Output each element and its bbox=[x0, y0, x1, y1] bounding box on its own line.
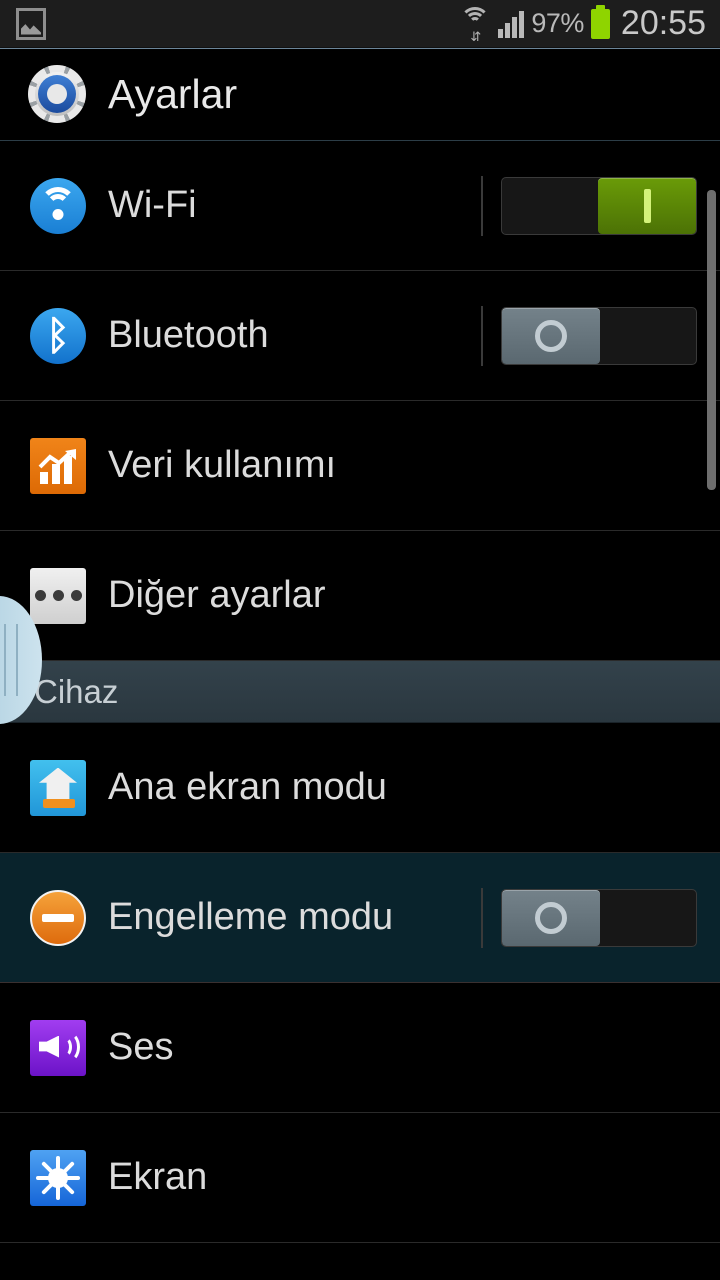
blocking-mode-icon bbox=[30, 889, 86, 946]
settings-list: Wi-Fi ᛒ Bluetooth Veri kullanımı Diğer a… bbox=[0, 141, 720, 1280]
blocking-mode-toggle[interactable] bbox=[501, 888, 697, 947]
list-item-label: Bluetooth bbox=[108, 314, 269, 356]
toggle-on-mark bbox=[643, 188, 651, 223]
list-item-data-usage[interactable]: Veri kullanımı bbox=[0, 401, 720, 531]
home-screen-mode-icon bbox=[30, 759, 86, 816]
list-item-label: Wi-Fi bbox=[108, 184, 197, 226]
data-usage-chart-icon bbox=[30, 437, 86, 494]
list-item-bluetooth[interactable]: ᛒ Bluetooth bbox=[0, 271, 720, 401]
list-item-label: Ses bbox=[108, 1026, 174, 1068]
wifi-data-transfer-icon: ⇵ bbox=[459, 6, 491, 43]
display-brightness-icon bbox=[30, 1149, 86, 1206]
image-screenshot-icon bbox=[16, 7, 46, 40]
battery-full-icon bbox=[590, 4, 610, 39]
list-item-label: Engelleme modu bbox=[108, 896, 394, 938]
list-item-more-settings[interactable]: Diğer ayarlar bbox=[0, 531, 720, 661]
wifi-toggle-group[interactable] bbox=[481, 175, 697, 236]
list-item-label: Diğer ayarlar bbox=[108, 574, 326, 616]
wifi-icon bbox=[30, 177, 86, 234]
toggle-off-mark bbox=[535, 319, 567, 352]
settings-gear-icon bbox=[28, 65, 86, 123]
list-item-wifi[interactable]: Wi-Fi bbox=[0, 141, 720, 271]
toggle-off-mark bbox=[535, 901, 567, 934]
section-header-device: Cihaz bbox=[0, 661, 720, 723]
list-item-label: Ana ekran modu bbox=[108, 766, 387, 808]
more-dots-icon bbox=[30, 567, 86, 624]
page-title: Ayarlar bbox=[108, 70, 238, 117]
status-bar-notifications bbox=[0, 7, 46, 40]
blocking-mode-toggle-group[interactable] bbox=[481, 887, 697, 948]
toggle-separator bbox=[481, 305, 483, 366]
vertical-scrollbar[interactable] bbox=[707, 190, 716, 490]
list-item-label: Veri kullanımı bbox=[108, 444, 337, 486]
list-item-display[interactable]: Ekran bbox=[0, 1113, 720, 1243]
app-header: Ayarlar bbox=[0, 48, 720, 141]
list-item-blocking-mode[interactable]: Engelleme modu bbox=[0, 853, 720, 983]
list-item-label: Ekran bbox=[108, 1156, 208, 1198]
list-item-storage-location[interactable]: Kayıt yeri bbox=[0, 1243, 720, 1280]
toggle-separator bbox=[481, 887, 483, 948]
status-bar: ⇵ 97% 20:55 bbox=[0, 0, 720, 48]
toggle-separator bbox=[481, 175, 483, 236]
list-item-home-screen-mode[interactable]: Ana ekran modu bbox=[0, 723, 720, 853]
bluetooth-toggle-group[interactable] bbox=[481, 305, 697, 366]
status-bar-system-icons: ⇵ 97% 20:55 bbox=[459, 4, 720, 43]
list-item-sound[interactable]: Ses bbox=[0, 983, 720, 1113]
sound-speaker-icon bbox=[30, 1019, 86, 1076]
trend-arrow-icon bbox=[38, 448, 76, 468]
section-header-label: Cihaz bbox=[34, 672, 119, 710]
battery-percent-label: 97% bbox=[531, 8, 584, 38]
bluetooth-icon: ᛒ bbox=[30, 307, 86, 364]
wifi-toggle[interactable] bbox=[501, 176, 697, 235]
android-settings-screen: ⇵ 97% 20:55 Ayarlar Wi-Fi ᛒ Bluetooth Ve… bbox=[0, 0, 720, 1280]
status-bar-clock: 20:55 bbox=[620, 4, 706, 42]
bluetooth-toggle[interactable] bbox=[501, 306, 697, 365]
cellular-signal-icon bbox=[498, 10, 525, 38]
